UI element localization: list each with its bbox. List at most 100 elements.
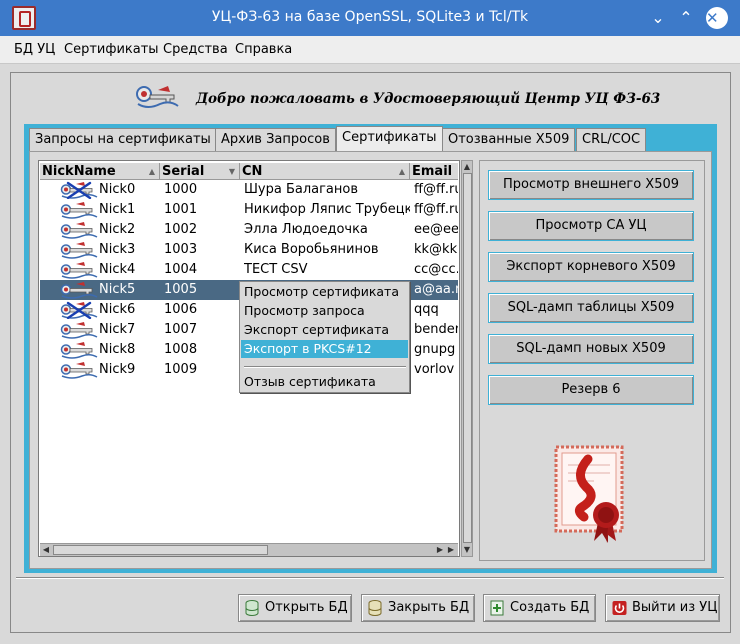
cell-cn: Никифор Ляпис Трубецкой — [244, 202, 410, 217]
menu-view-request[interactable]: Просмотр запроса — [241, 302, 408, 320]
create-db-label: Создать БД — [510, 600, 590, 615]
menu-export-pkcs12[interactable]: Экспорт в PKCS#12 — [241, 340, 408, 358]
tab-requests-archive[interactable]: Архив Запросов — [215, 128, 336, 151]
tab-revoked[interactable]: Отозванные X509 — [442, 128, 576, 151]
sql-dump-table-button[interactable]: SQL-дамп таблицы X509 — [488, 293, 694, 323]
bottom-separator — [16, 577, 724, 579]
vertical-scrollbar[interactable]: ▲ ▼ — [461, 160, 473, 557]
cell-cn: Элла Людоедочка — [244, 222, 368, 237]
vertical-scroll-thumb[interactable] — [463, 173, 472, 543]
cell-nickname: Nick5 — [99, 282, 136, 297]
certificate-key-icon — [60, 282, 98, 299]
cell-nickname: Nick0 — [99, 182, 136, 197]
cell-serial: 1007 — [164, 322, 198, 337]
database-close-icon — [368, 600, 382, 616]
certificate-key-icon — [60, 181, 98, 199]
scroll-down-icon[interactable]: ▼ — [461, 544, 473, 556]
cell-serial: 1000 — [164, 182, 198, 197]
cell-email: ff@ff.ru — [414, 182, 458, 197]
export-root-x509-button[interactable]: Экспорт корневого X509 — [488, 252, 694, 282]
tab-crl[interactable]: CRL/COC — [576, 128, 647, 151]
cell-serial: 1009 — [164, 362, 198, 377]
open-db-label: Открыть БД — [265, 600, 348, 615]
certificate-key-icon — [60, 342, 98, 359]
column-header-cn[interactable]: CN ▲ — [240, 163, 410, 180]
column-header-nickname[interactable]: NickName ▲ — [40, 163, 160, 180]
table-row[interactable]: Nick3 1003 Киса Воробьянинов kk@kk.ru — [40, 240, 458, 260]
cell-serial: 1002 — [164, 222, 198, 237]
certificate-seal-icon — [554, 445, 624, 543]
database-create-icon — [490, 600, 504, 616]
scroll-end-icon[interactable]: ▶ — [445, 544, 457, 556]
cell-email: kk@kk.ru — [414, 242, 458, 257]
certificate-key-logo-icon — [136, 86, 179, 108]
view-external-x509-button[interactable]: Просмотр внешнего X509 — [488, 170, 694, 200]
cell-nickname: Nick3 — [99, 242, 136, 257]
exit-label: Выйти из УЦ — [632, 600, 718, 615]
menu-view-certificate[interactable]: Просмотр сертификата — [241, 283, 408, 301]
close-db-button[interactable]: Закрыть БД — [361, 594, 475, 622]
database-open-icon — [245, 600, 259, 616]
certificate-key-icon — [60, 322, 98, 339]
certificate-key-icon — [60, 362, 98, 379]
cell-nickname: Nick2 — [99, 222, 136, 237]
cell-serial: 1006 — [164, 302, 198, 317]
column-header-serial[interactable]: Serial ▼ — [160, 163, 240, 180]
scroll-up-icon[interactable]: ▲ — [461, 161, 473, 173]
title-bar: УЦ-ФЗ-63 на базе OpenSSL, SQLite3 и Tcl/… — [0, 0, 740, 36]
certificate-key-icon — [60, 242, 98, 259]
cell-email: qqq — [414, 302, 439, 317]
close-db-label: Закрыть БД — [388, 600, 470, 615]
menu-bar: БД УЦ Сертификаты Средства Справка — [0, 36, 740, 64]
scroll-left-icon[interactable]: ◀ — [40, 544, 52, 556]
power-off-icon — [612, 601, 627, 615]
cell-email: cc@cc.ru — [414, 262, 458, 277]
context-menu-separator — [244, 366, 406, 368]
certificate-key-icon — [60, 301, 98, 319]
cell-serial: 1004 — [164, 262, 198, 277]
reserve-6-button[interactable]: Резерв 6 — [488, 375, 694, 405]
cell-email: gnupg — [414, 342, 456, 357]
sql-dump-new-button[interactable]: SQL-дамп новых X509 — [488, 334, 694, 364]
cell-cn: Киса Воробьянинов — [244, 242, 379, 257]
tab-certificates[interactable]: Сертификаты — [336, 126, 443, 153]
menu-certificates[interactable]: Сертификаты — [64, 42, 159, 57]
view-ca-button[interactable]: Просмотр CA УЦ — [488, 211, 694, 241]
cell-nickname: Nick4 — [99, 262, 136, 277]
menu-export-certificate[interactable]: Экспорт сертификата — [241, 321, 408, 339]
cell-serial: 1008 — [164, 342, 198, 357]
close-icon[interactable]: ✕ — [706, 7, 728, 29]
cell-nickname: Nick9 — [99, 362, 136, 377]
window-title: УЦ-ФЗ-63 на базе OpenSSL, SQLite3 и Tcl/… — [211, 9, 529, 25]
menu-db[interactable]: БД УЦ — [14, 42, 55, 57]
cell-cn: ТЕСТ CSV — [244, 262, 308, 277]
certificate-key-icon — [60, 202, 98, 219]
open-db-button[interactable]: Открыть БД — [238, 594, 352, 622]
minimize-icon[interactable]: ⌄ — [648, 8, 668, 28]
menu-tools[interactable]: Средства — [163, 42, 228, 57]
tab-requests[interactable]: Запросы на сертификаты — [29, 128, 217, 151]
cell-serial: 1005 — [164, 282, 198, 297]
cell-serial: 1001 — [164, 202, 198, 217]
cell-email: ee@ee.ru — [414, 222, 458, 237]
table-row[interactable]: Nick1 1001 Никифор Ляпис Трубецкой ff@ff.ru — [40, 200, 458, 220]
table-row[interactable]: Nick2 1002 Элла Людоедочка ee@ee.ru — [40, 220, 458, 240]
horizontal-scrollbar[interactable]: ◀ ▶ ▶ — [40, 543, 458, 556]
menu-revoke-certificate[interactable]: Отзыв сертификата — [241, 373, 408, 391]
certificate-key-icon — [60, 222, 98, 239]
table-row[interactable]: Nick0 1000 Шура Балаганов ff@ff.ru — [40, 180, 458, 200]
cell-nickname: Nick8 — [99, 342, 136, 357]
create-db-button[interactable]: Создать БД — [483, 594, 596, 622]
table-row[interactable]: Nick4 1004 ТЕСТ CSV cc@cc.ru — [40, 260, 458, 280]
exit-button[interactable]: Выйти из УЦ — [605, 594, 720, 622]
cell-cn: Шура Балаганов — [244, 182, 359, 197]
column-header-email[interactable]: Email — [410, 163, 458, 180]
cell-email: a@aa.ru — [414, 282, 458, 297]
menu-help[interactable]: Справка — [235, 42, 292, 57]
cell-nickname: Nick7 — [99, 322, 136, 337]
horizontal-scroll-thumb[interactable] — [53, 545, 268, 555]
cell-email: bender — [414, 322, 458, 337]
cell-email: vorlov — [414, 362, 455, 377]
maximize-icon[interactable]: ⌃ — [676, 8, 696, 28]
cell-email: ff@ff.ru — [414, 202, 458, 217]
